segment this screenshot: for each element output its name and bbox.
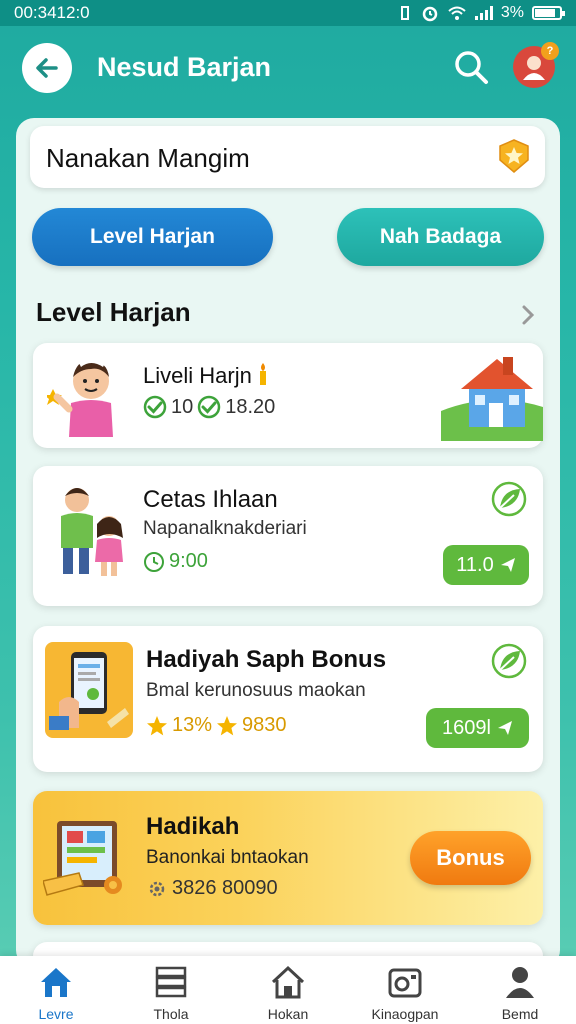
- home-icon: [41, 968, 71, 997]
- house-illustration: [441, 357, 543, 441]
- tab-level-harjan[interactable]: Level Harjan: [32, 208, 273, 266]
- card-meta: 10 18.20: [143, 395, 275, 419]
- camera-icon: [388, 968, 422, 998]
- send-icon: [500, 558, 515, 572]
- phone-illustration: [45, 642, 133, 738]
- claim-button[interactable]: 1609l: [426, 708, 529, 748]
- list-item-2[interactable]: Cetas Ihlaan Napanalknakderiari 9:00 11.…: [33, 466, 543, 606]
- card-meta: 3826 80090: [146, 877, 278, 900]
- app-header: Nesud Barjan ?: [0, 26, 576, 110]
- candle-icon: [260, 363, 266, 385]
- profile-avatar-button[interactable]: ?: [513, 42, 559, 88]
- list-item-1[interactable]: Liveli Harjn 10 18.20: [33, 343, 543, 448]
- gear-icon: [149, 881, 165, 896]
- meta-value: 3826 80090: [172, 877, 278, 899]
- nav-item-thola[interactable]: Thola: [121, 956, 221, 1024]
- vibrate-icon: [400, 6, 409, 20]
- meta-value-a: 10: [171, 395, 194, 418]
- family-illustration: [61, 488, 123, 576]
- nav-label: Kinaogpan: [371, 1006, 439, 1022]
- star-icon: [147, 715, 167, 735]
- tablet-illustration: [43, 821, 122, 896]
- nav-label: Bemd: [501, 1006, 539, 1022]
- nav-label: Hokan: [267, 1006, 309, 1022]
- search-bar[interactable]: Nanakan Mangim: [30, 126, 545, 188]
- bonus-button[interactable]: Bonus: [410, 831, 531, 885]
- clock-icon: [144, 551, 164, 572]
- chevron-right-icon[interactable]: [516, 300, 540, 330]
- search-bar-text: Nanakan Mangim: [46, 143, 250, 173]
- search-icon: [455, 51, 488, 84]
- section-title: Level Harjan: [36, 297, 191, 327]
- nav-item-bemd[interactable]: Bemd: [470, 956, 570, 1024]
- card-title: Liveli Harjn: [143, 363, 252, 388]
- card-meta: 9:00: [143, 550, 208, 573]
- status-icons: 3%: [397, 4, 565, 22]
- card-title: Cetas Ihlaan: [143, 486, 278, 513]
- claim-button-label: 1609l: [442, 716, 491, 739]
- meta-time: 9:00: [169, 550, 208, 572]
- search-button[interactable]: [452, 48, 490, 86]
- card-subtitle: Napanalknakderiari: [143, 518, 307, 539]
- wifi-icon: [448, 6, 466, 20]
- card-title: Hadiyah Saph Bonus: [146, 646, 387, 673]
- meta-percent: 13%: [172, 714, 213, 736]
- battery-percent: 3%: [500, 4, 524, 21]
- status-time: 00:3412:0: [14, 3, 90, 22]
- leaf-badge-icon: [491, 481, 527, 517]
- signal-icon: [474, 6, 493, 20]
- battery-icon: [532, 6, 565, 20]
- status-bar: 00:3412:0 3%: [0, 0, 576, 26]
- star-badge-icon: [499, 139, 529, 173]
- nav-item-hokan[interactable]: Hokan: [238, 956, 338, 1024]
- person-icon: [506, 967, 534, 998]
- card-subtitle: Banonkai bntaokan: [146, 847, 309, 868]
- card-subtitle: Bmal kerunosuus maokan: [146, 680, 366, 701]
- list-item-4[interactable]: Hadikah Banonkai bntaokan 3826 80090 Bon…: [33, 791, 543, 925]
- nav-item-kinaogpan[interactable]: Kinaogpan: [355, 956, 455, 1024]
- nav-label: Levre: [38, 1006, 74, 1022]
- leaf-badge-icon: [491, 643, 527, 679]
- meta-value-b: 18.20: [225, 395, 276, 418]
- boy-illustration: [47, 358, 113, 437]
- claim-button[interactable]: 11.0: [443, 545, 529, 585]
- page-title: Nesud Barjan: [97, 52, 272, 82]
- list-item-3[interactable]: Hadiyah Saph Bonus Bmal kerunosuus maoka…: [33, 626, 543, 772]
- nav-label: Thola: [153, 1006, 189, 1022]
- notification-badge: ?: [541, 42, 559, 60]
- star-icon: [217, 715, 238, 735]
- house-outline-icon: [271, 965, 305, 999]
- meta-points: 9830: [242, 714, 287, 736]
- alarm-icon: [422, 6, 438, 22]
- send-icon: [497, 721, 512, 735]
- tab-nah-badaga[interactable]: Nah Badaga: [337, 208, 544, 266]
- nav-item-levre[interactable]: Levre: [6, 956, 106, 1024]
- back-button[interactable]: [22, 43, 72, 93]
- arrow-left-icon: [36, 58, 58, 78]
- check-circle-icon: [143, 395, 167, 419]
- card-title: Hadikah: [146, 813, 240, 840]
- claim-button-label: 11.0: [456, 553, 494, 576]
- card-meta: 13% 9830: [146, 714, 287, 737]
- stack-icon: [155, 966, 187, 998]
- bottom-nav: Levre Thola Hokan Kinaogpan Bemd: [0, 956, 576, 1024]
- check-circle-icon: [198, 395, 221, 419]
